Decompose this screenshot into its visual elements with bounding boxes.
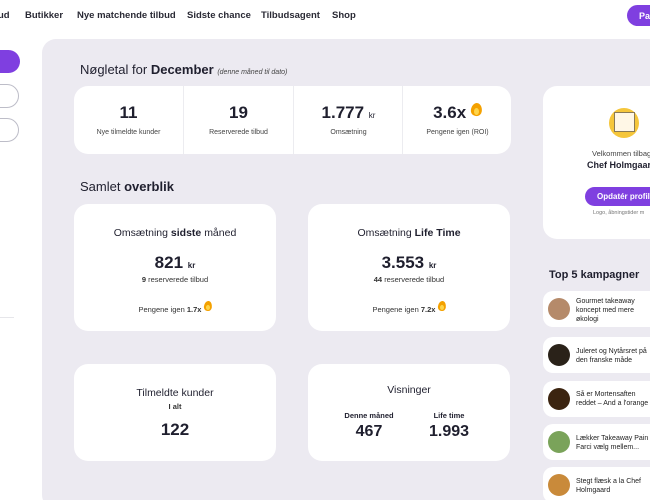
reserved-offers-line: 44 reserverede tilbud xyxy=(373,275,445,284)
nav-item-butikker[interactable]: Butikker xyxy=(25,10,63,21)
kpi-section-title: Nøgletal for December (denne måned til d… xyxy=(80,62,288,77)
campaign-thumbnail xyxy=(548,474,570,496)
nav-item-nye-matchende-tilbud[interactable]: Nye matchende tilbud xyxy=(77,10,176,21)
registered-customers-card: Tilmeldte kunder I alt 122 xyxy=(74,364,276,461)
card-title: Omsætning sidste måned xyxy=(113,227,237,239)
reserved-offers-line: 9 reserverede tilbud xyxy=(141,275,209,284)
update-profile-button[interactable]: Opdatér profil xyxy=(585,187,650,206)
campaign-title: Gourmet takeaway koncept med mere økologi xyxy=(576,298,635,323)
welcome-text: Velkommen tilbag xyxy=(592,149,650,158)
flame-icon xyxy=(471,103,482,116)
sidebar-button[interactable] xyxy=(0,84,19,108)
flame-icon xyxy=(438,301,446,311)
kpi-new-customers: 11 Nye tilmeldte kunder xyxy=(74,86,183,154)
campaign-title: Lækker Takeaway Pain Farci vælg mellem... xyxy=(576,435,649,451)
nav-item-tilbudsagent[interactable]: Tilbudsagent xyxy=(261,10,320,21)
top-navigation: ud Butikker Nye matchende tilbud Sidste … xyxy=(0,0,650,32)
nav-item-partial[interactable]: ud xyxy=(0,10,10,21)
card-title: Visninger xyxy=(387,384,431,396)
profile-note: Logo, åbningstider m xyxy=(593,210,645,216)
kpi-value: 11 xyxy=(119,103,138,122)
customers-value: 122 xyxy=(160,420,190,439)
campaign-title: Juleret og Nytårsret på den franske måde xyxy=(576,348,647,364)
campaign-thumbnail xyxy=(548,298,570,320)
card-subtitle: I alt xyxy=(168,402,182,411)
views-card: Visninger Denne måned 467 Life time 1.99… xyxy=(308,364,510,461)
nav-item-shop[interactable]: Shop xyxy=(332,10,356,21)
views-this-month-label: Denne måned xyxy=(344,411,394,420)
campaign-thumbnail xyxy=(548,344,570,366)
sidebar-divider xyxy=(0,317,14,318)
sidebar-primary-button[interactable] xyxy=(0,50,20,73)
overview-section-title: Samlet overblik xyxy=(80,179,174,194)
views-this-month-value: 467 xyxy=(355,423,383,440)
campaign-thumbnail xyxy=(548,388,570,410)
campaign-title: Stegt flæsk a la Chef Holmgaard xyxy=(576,478,641,494)
kpi-label: Omsætning xyxy=(330,129,367,136)
revenue-value: 821 kr xyxy=(154,253,196,272)
nav-item-sidste-chance[interactable]: Sidste chance xyxy=(187,10,251,21)
nav-cta-button[interactable]: Pa xyxy=(627,5,650,26)
kpi-value: 19 xyxy=(229,103,248,122)
card-title: Omsætning Life Time xyxy=(357,227,461,239)
kpi-unit: kr xyxy=(368,111,376,120)
kpi-period-note: (denne måned til dato) xyxy=(217,69,288,76)
kpi-label: Nye tilmeldte kunder xyxy=(96,129,161,136)
profile-name: Chef Holmgaar xyxy=(587,160,650,170)
kpi-roi: 3.6x Pengene igen (ROI) xyxy=(403,86,512,154)
campaign-thumbnail xyxy=(548,431,570,453)
roi-line: Pengene igen 7.2x xyxy=(308,301,510,314)
kpi-label: Reserverede tilbud xyxy=(209,129,268,136)
revenue-lifetime-card: Omsætning Life Time 3.553 kr 44 reserver… xyxy=(308,204,510,331)
roi-line: Pengene igen 1.7x xyxy=(74,301,276,314)
revenue-value: 3.553 kr xyxy=(381,253,437,272)
flame-icon xyxy=(204,301,212,311)
kpi-value: 1.777 xyxy=(321,103,365,122)
top5-title: Top 5 kampagner xyxy=(549,269,640,281)
sidebar-button[interactable] xyxy=(0,118,19,142)
kpi-card: 11 Nye tilmeldte kunder 19 Reserverede t… xyxy=(74,86,511,154)
views-lifetime-label: Life time xyxy=(433,411,465,420)
logo-menu-icon xyxy=(614,112,635,132)
campaign-title: Så er Mortensaften reddet – And a l'orang… xyxy=(576,391,649,407)
kpi-revenue: 1.777 kr Omsætning xyxy=(294,86,403,154)
revenue-last-month-card: Omsætning sidste måned 821 kr 9 reserver… xyxy=(74,204,276,331)
kpi-reserved-offers: 19 Reserverede tilbud xyxy=(184,86,293,154)
card-title: Tilmeldte kunder xyxy=(136,387,214,399)
kpi-value: 3.6x xyxy=(433,103,467,122)
kpi-label: Pengene igen (ROI) xyxy=(426,129,489,136)
views-lifetime-value: 1.993 xyxy=(428,423,470,440)
